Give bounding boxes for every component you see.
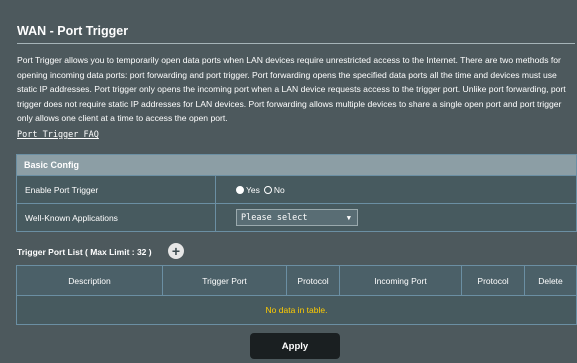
radio-yes-indicator[interactable] [236,185,244,194]
enable-port-trigger-label: Enable Port Trigger [17,176,216,203]
section-header-basic-config: Basic Config [17,155,576,175]
basic-config-table: Basic Config Enable Port Trigger Yes No … [16,154,577,232]
radio-no[interactable]: No [263,184,285,195]
well-known-apps-row: Well-Known Applications Please select ▼ [17,203,576,231]
well-known-apps-label: Well-Known Applications [17,204,216,231]
trigger-port-list-title: Trigger Port List ( Max Limit : 32 ) [17,247,152,257]
chevron-down-icon: ▼ [346,213,351,222]
title-divider [17,43,575,44]
page-title: WAN - Port Trigger [17,24,129,38]
enable-port-trigger-options: Yes No [216,185,289,195]
column-header-protocol: Protocol [287,266,340,295]
trigger-port-table: Description Trigger Port Protocol Incomi… [16,265,577,325]
enable-port-trigger-row: Enable Port Trigger Yes No [17,175,576,203]
well-known-apps-select-value: Please select [241,212,308,223]
well-known-apps-select[interactable]: Please select ▼ [236,209,358,226]
radio-yes-label: Yes [246,184,260,195]
radio-no-indicator[interactable] [263,185,272,194]
apply-button[interactable]: Apply [250,333,340,359]
column-header-incoming-protocol: Protocol [462,266,525,295]
page-description: Port Trigger allows you to temporarily o… [17,55,566,124]
empty-table-message: No data in table. [17,295,576,324]
plus-circle-icon[interactable]: + [168,243,184,259]
radio-no-label: No [273,184,285,195]
column-header-delete: Delete [538,275,563,286]
radio-yes[interactable]: Yes [236,185,260,195]
column-header-description: Description [17,266,163,295]
column-header-incoming-port: Incoming Port [340,266,462,295]
port-trigger-faq-link[interactable]: Port Trigger FAQ [17,130,99,140]
table-header-row: Description Trigger Port Protocol Incomi… [17,266,576,295]
column-header-trigger-port: Trigger Port [163,266,287,295]
